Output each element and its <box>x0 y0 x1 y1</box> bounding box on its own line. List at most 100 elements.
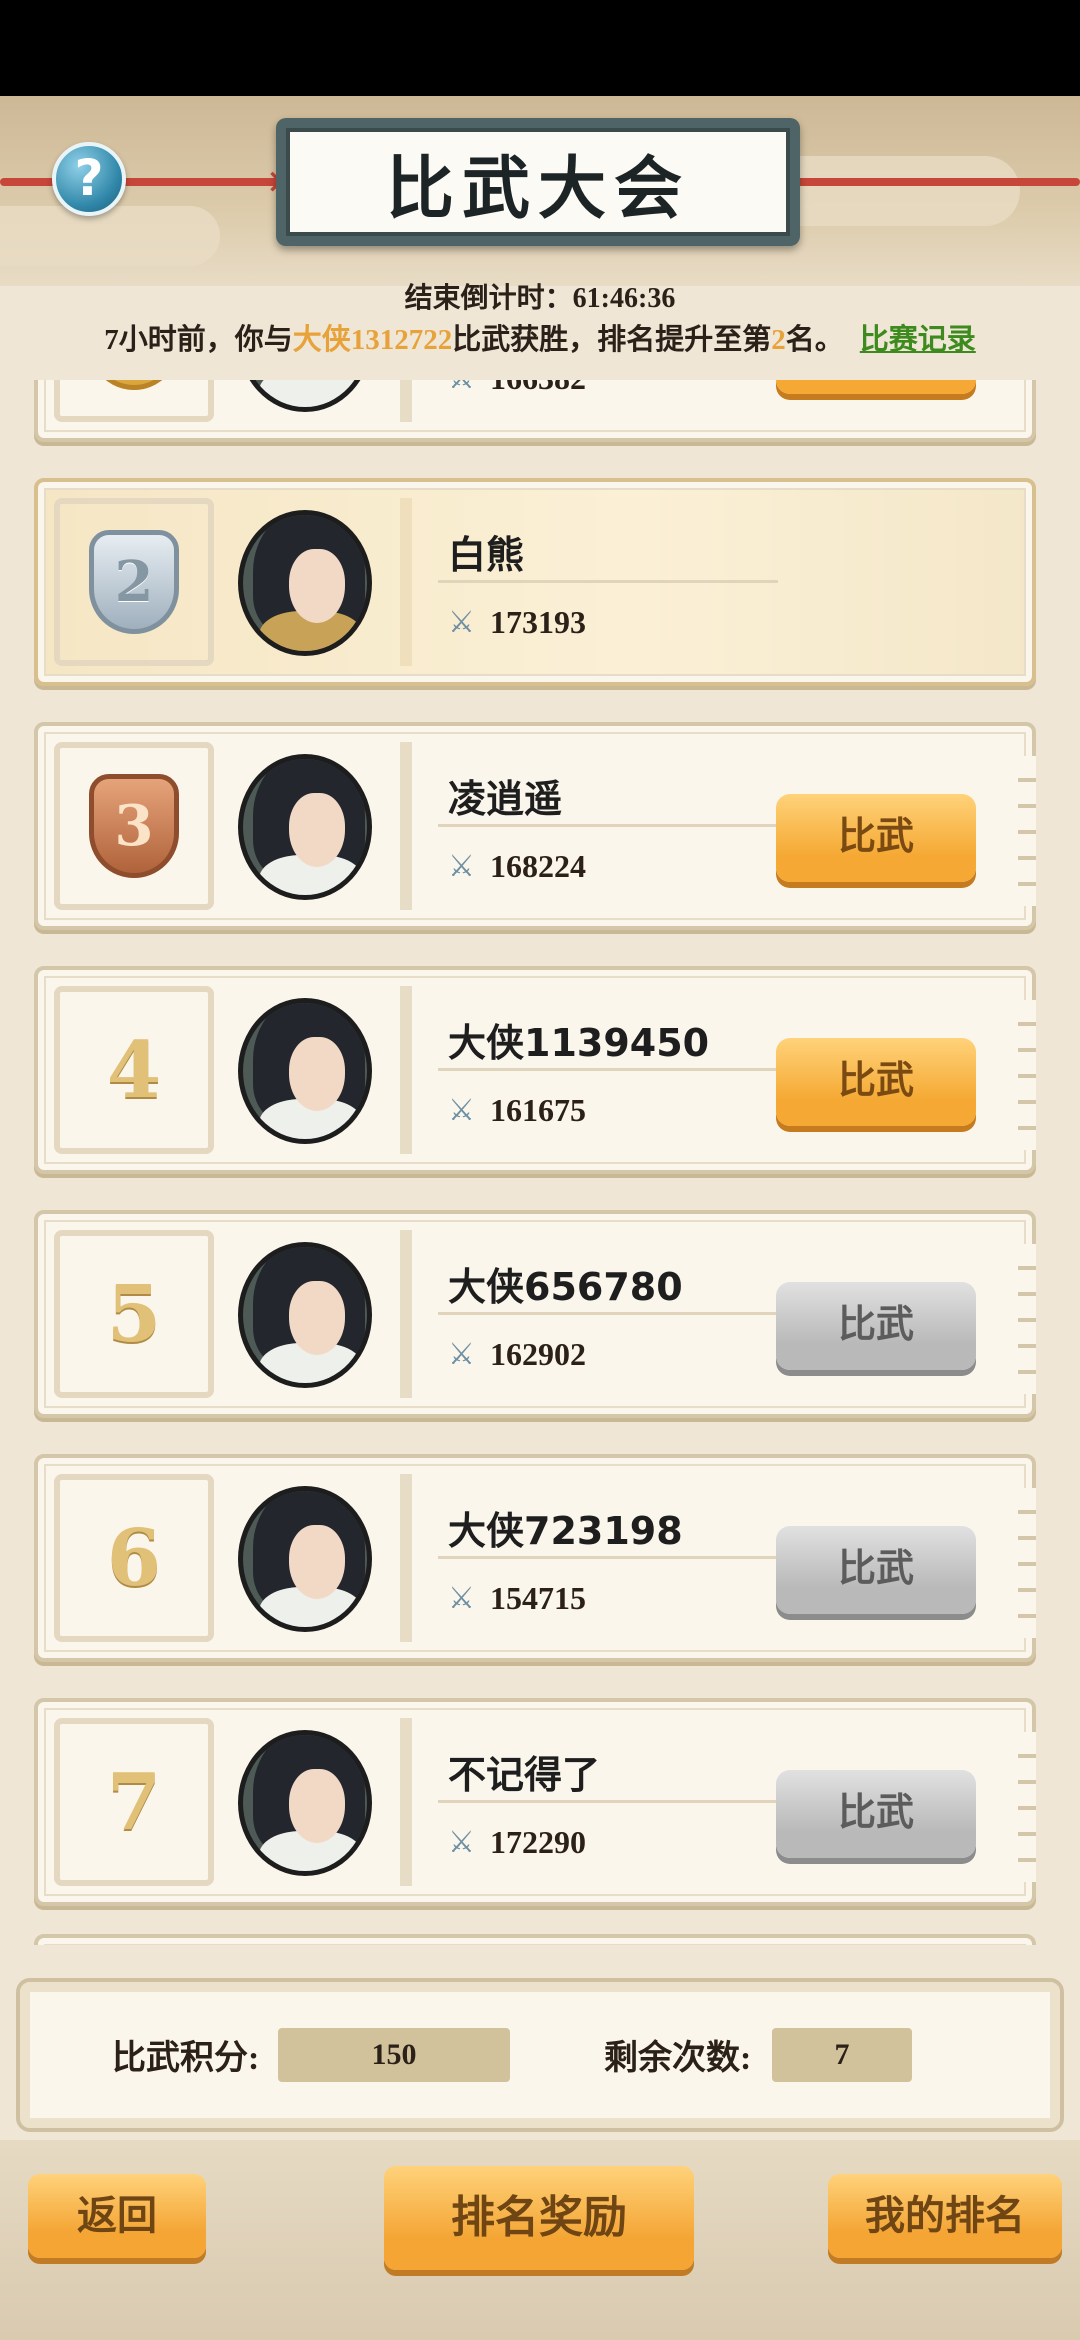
divider <box>438 1556 778 1559</box>
challenge-button[interactable]: 比武 <box>776 1526 976 1614</box>
rank-number: 4 <box>106 1024 162 1116</box>
avatar[interactable] <box>238 1242 372 1388</box>
power-value: 162902 <box>490 1336 586 1372</box>
score-label: 比武积分: <box>112 2040 260 2077</box>
title-plaque: 比武大会 <box>276 118 800 246</box>
power-value: 154715 <box>490 1580 586 1616</box>
page-title: 比武大会 <box>385 149 690 229</box>
player-name: 大侠656780 <box>448 1265 683 1309</box>
player-name: 大侠723198 <box>448 1509 683 1553</box>
divider <box>438 1068 778 1071</box>
notice-text: 名。 <box>785 324 844 356</box>
battle-notice: 7小时前，你与大侠1312722比武获胜，排名提升至第2名。 比赛记录 <box>0 318 1080 362</box>
power: ⚔ 166382 <box>448 380 586 397</box>
paper-fold <box>1018 1732 1036 1882</box>
stats-panel: 比武积分: 150 剩余次数: 7 <box>16 1978 1064 2132</box>
score-value: 150 <box>278 2028 510 2082</box>
rank-box: 4 <box>54 986 214 1154</box>
notice-text: 7小时前，你与 <box>104 324 293 356</box>
ranking-row: 7 不记得了 ⚔ 172290 比武 <box>34 1698 1036 1906</box>
rank-number: 7 <box>106 1756 162 1848</box>
crossed-swords-icon: ⚔ <box>448 848 475 884</box>
ranking-row <box>34 1934 1036 1945</box>
ranking-row: 6 大侠723198 ⚔ 154715 比武 <box>34 1454 1036 1662</box>
ranking-row: 5 大侠656780 ⚔ 162902 比武 <box>34 1210 1036 1418</box>
avatar[interactable] <box>238 380 372 412</box>
avatar[interactable] <box>238 754 372 900</box>
power: ⚔ 161675 <box>448 1092 586 1129</box>
back-button[interactable]: 返回 <box>28 2174 206 2258</box>
power-value: 173193 <box>490 604 586 640</box>
player-name: 大侠1139450 <box>448 1021 710 1065</box>
crossed-swords-icon: ⚔ <box>448 1824 475 1860</box>
rank-box: 6 <box>54 1474 214 1642</box>
crossed-swords-icon: ⚔ <box>448 1336 475 1372</box>
remaining-value: 7 <box>772 2028 912 2082</box>
crossed-swords-icon: ⚔ <box>448 1580 475 1616</box>
header: ✕ ✕ ? 比武大会 <box>0 96 1080 286</box>
rank-box: 1 <box>54 380 214 422</box>
rope-right <box>780 178 1080 186</box>
avatar[interactable] <box>238 1730 372 1876</box>
avatar[interactable] <box>238 998 372 1144</box>
bronze-badge-icon: 3 <box>89 774 179 878</box>
ranking-row: 3 凌逍遥 ⚔ 168224 比武 <box>34 722 1036 930</box>
player-info: 大侠656780 ⚔ 162902 比武 <box>400 1230 1020 1398</box>
rank-number: 5 <box>106 1268 162 1360</box>
notice-opponent: 大侠1312722 <box>292 324 453 356</box>
power-value: 172290 <box>490 1824 586 1860</box>
notice-text: 比武获胜，排名提升至第 <box>452 324 772 356</box>
power: ⚔ 173193 <box>448 604 586 641</box>
info-area: 结束倒计时：61:46:36 7小时前，你与大侠1312722比武获胜，排名提升… <box>0 280 1080 362</box>
crossed-swords-icon: ⚔ <box>448 1092 475 1128</box>
rank-number: 6 <box>106 1512 162 1604</box>
challenge-button[interactable]: 比武 <box>776 380 976 394</box>
player-info: 大侠723198 ⚔ 154715 比武 <box>400 1474 1020 1642</box>
divider <box>438 824 778 827</box>
paper-fold <box>1018 1488 1036 1638</box>
power-value: 168224 <box>490 848 586 884</box>
paper-fold <box>1018 1000 1036 1150</box>
avatar[interactable] <box>238 510 372 656</box>
remaining-label: 剩余次数: <box>604 2040 752 2077</box>
power: ⚔ 168224 <box>448 848 586 885</box>
silver-badge-icon: 2 <box>89 530 179 634</box>
rank-box: 7 <box>54 1718 214 1886</box>
power: ⚔ 172290 <box>448 1824 586 1861</box>
rank-box: 3 <box>54 742 214 910</box>
match-record-link[interactable]: 比赛记录 <box>860 324 976 356</box>
notice-rank: 2 <box>771 324 786 356</box>
challenge-button[interactable]: 比武 <box>776 1282 976 1370</box>
player-info: 不记得了 ⚔ 172290 比武 <box>400 1718 1020 1886</box>
ranking-list[interactable]: 1 ⚔ 166382 比武 2 白熊 ⚔ 173193 <box>0 380 1080 1945</box>
my-rank-button[interactable]: 我的排名 <box>828 2174 1062 2258</box>
player-name: 不记得了 <box>448 1753 601 1797</box>
crossed-swords-icon: ⚔ <box>448 380 482 396</box>
divider <box>438 1312 778 1315</box>
challenge-button[interactable]: 比武 <box>776 1770 976 1858</box>
help-button[interactable]: ? <box>52 142 126 216</box>
rank-reward-button[interactable]: 排名奖励 <box>384 2166 694 2270</box>
power: ⚔ 162902 <box>448 1336 586 1373</box>
player-name: 白熊 <box>448 533 525 577</box>
challenge-button[interactable]: 比武 <box>776 1038 976 1126</box>
player-info: 凌逍遥 ⚔ 168224 比武 <box>400 742 1020 910</box>
paper-fold <box>1018 756 1036 906</box>
player-info: ⚔ 166382 比武 <box>400 380 1020 422</box>
power: ⚔ 154715 <box>448 1580 586 1617</box>
ranking-row-self: 2 白熊 ⚔ 173193 <box>34 478 1036 686</box>
player-info: 白熊 ⚔ 173193 <box>400 498 1020 666</box>
status-bar <box>0 0 1080 96</box>
rank-box: 5 <box>54 1230 214 1398</box>
ranking-row: 4 大侠1139450 ⚔ 161675 比武 <box>34 966 1036 1174</box>
power-value: 161675 <box>490 1092 586 1128</box>
gold-badge-icon: 1 <box>89 380 179 390</box>
cloud-decoration <box>0 206 220 266</box>
divider <box>438 580 778 583</box>
bottom-bar: 返回 排名奖励 我的排名 <box>0 2140 1080 2340</box>
challenge-button[interactable]: 比武 <box>776 794 976 882</box>
player-info: 大侠1139450 ⚔ 161675 比武 <box>400 986 1020 1154</box>
ranking-row: 1 ⚔ 166382 比武 <box>34 380 1036 442</box>
avatar[interactable] <box>238 1486 372 1632</box>
player-name: 凌逍遥 <box>448 777 563 821</box>
